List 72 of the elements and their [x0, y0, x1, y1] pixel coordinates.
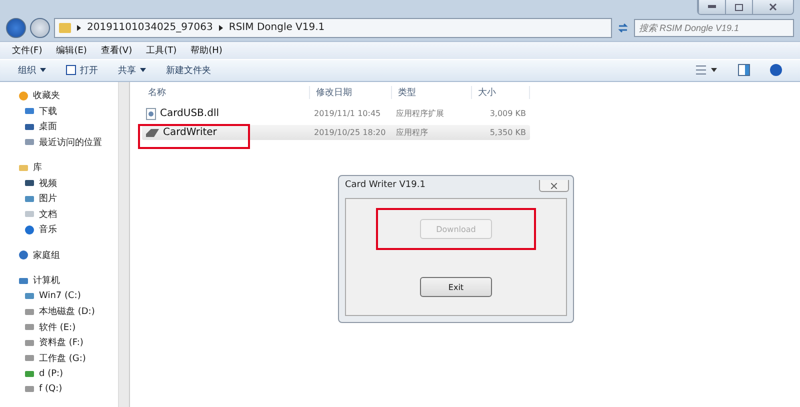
sidebar-item[interactable]: 文档 [0, 206, 118, 222]
sidebar-item[interactable]: 本地磁盘 (D:) [0, 304, 118, 320]
date-cell-text: 2019/10/25 18:20 [313, 128, 387, 138]
sidebar-item[interactable]: 图片 [0, 191, 118, 207]
caret-icon [140, 68, 146, 72]
file-name: CardUSB.dll [142, 108, 310, 120]
view-options-icon[interactable] [696, 65, 718, 76]
back-button[interactable] [6, 18, 26, 38]
sidebar-item[interactable]: 最近访问的位置 [0, 134, 118, 150]
sidebar-item[interactable]: 音乐 [0, 222, 118, 238]
caret-icon [40, 68, 46, 72]
column-header[interactable]: 大小 [472, 86, 530, 99]
type-cell-text: 应用程序扩展 [395, 108, 445, 120]
drive-icon [24, 384, 35, 394]
date-cell-text: 2019/11/1 10:45 [313, 109, 382, 118]
sidebar-item[interactable]: 库 [0, 160, 118, 176]
refresh-icon[interactable] [616, 20, 630, 35]
file-name: CardWriter [142, 127, 310, 138]
sidebar-item[interactable]: 视频 [0, 176, 118, 192]
sidebar-item[interactable]: 下载 [0, 104, 118, 120]
column-header[interactable]: 类型 [392, 86, 472, 99]
drive-icon [24, 322, 35, 332]
chevron-icon [218, 24, 223, 31]
sidebar-item[interactable]: 资料盘 (F:) [0, 335, 118, 351]
chevron-icon [77, 24, 81, 31]
minimize-icon[interactable] [708, 5, 716, 9]
drive-icon [24, 291, 35, 302]
type-cell-text: 应用程序 [395, 127, 429, 138]
drive-icon [24, 368, 35, 379]
close-icon [551, 182, 557, 188]
column-header[interactable]: 修改日期 [310, 86, 392, 99]
gear-file-icon [146, 108, 156, 120]
breadcrumb[interactable]: 20191101034025_97063 [87, 22, 213, 34]
size-cell-text: 3,009 KB [488, 109, 527, 118]
search-field[interactable]: 搜索 RSIM Dongle V19.1 [634, 18, 794, 37]
sidebar-item[interactable]: Win7 (C:) [0, 288, 118, 304]
drive-icon [24, 306, 35, 317]
drive-icon [24, 353, 35, 364]
toolbar-button[interactable]: 打开 [66, 64, 98, 77]
toolbar-button[interactable]: 组织 [18, 64, 46, 77]
window-icon [66, 65, 76, 76]
breadcrumb[interactable]: RSIM Dongle V19.1 [228, 22, 325, 34]
column-header[interactable]: 名称 [142, 86, 310, 99]
menu-item[interactable]: 工具(T) [146, 44, 177, 57]
file-row[interactable]: CardUSB.dll 2019/11/1 10:45 应用程序扩展 3,009 KB [142, 106, 530, 122]
sidebar-item[interactable]: 软件 (E:) [0, 320, 118, 336]
close-icon[interactable] [769, 3, 777, 11]
sidebar-item[interactable]: 桌面 [0, 119, 118, 135]
menu-item[interactable]: 查看(V) [100, 44, 132, 57]
toolbar-button[interactable]: 新建文件夹 [166, 64, 211, 77]
maximize-icon[interactable] [735, 4, 743, 10]
forward-button[interactable] [30, 18, 50, 38]
menu-item[interactable]: 帮助(H) [190, 44, 222, 57]
card-icon [146, 128, 159, 137]
file-row[interactable]: CardWriter 2019/10/25 18:20 应用程序 5,350 KB [142, 125, 530, 140]
dialog-close-button[interactable] [539, 180, 569, 192]
address-bar[interactable]: 20191101034025_97063 RSIM Dongle V19.1 [54, 18, 612, 38]
toolbar-button[interactable]: 共享 [118, 64, 146, 77]
dialog-button[interactable]: Exit [420, 277, 492, 297]
sidebar-item[interactable]: 家庭组 [0, 248, 118, 264]
sidebar-item[interactable]: 工作盘 (G:) [0, 350, 118, 366]
menu-item[interactable]: 编辑(E) [56, 44, 87, 57]
sidebar-item[interactable]: f (Q:) [0, 382, 118, 398]
scrollbar[interactable] [118, 82, 130, 407]
dialog-title: Card Writer V19.1 [345, 180, 426, 190]
size-cell-text: 5,350 KB [488, 128, 527, 138]
sidebar-item[interactable]: d (P:) [0, 366, 118, 382]
preview-pane-icon[interactable] [738, 64, 750, 76]
drive-icon [24, 338, 35, 348]
menu-item[interactable]: 文件(F) [12, 44, 42, 57]
sidebar-item[interactable]: 收藏夹 [0, 88, 118, 104]
sidebar-item[interactable]: 计算机 [0, 273, 118, 289]
